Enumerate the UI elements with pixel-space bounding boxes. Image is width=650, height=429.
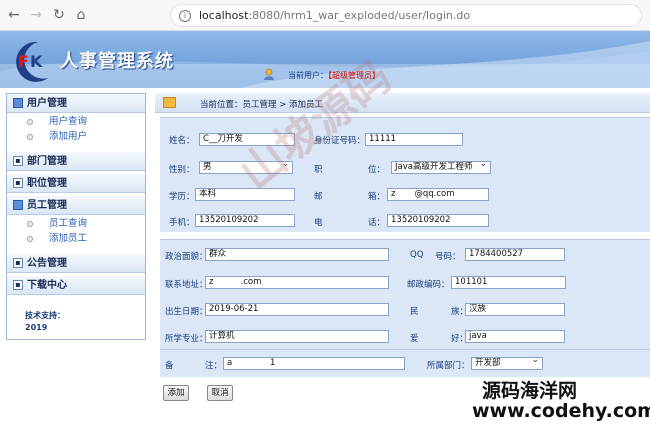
menu-user-management[interactable]: 用户管理 xyxy=(7,94,145,113)
url-text: localhost:8080/hrm1_war_exploded/user/lo… xyxy=(199,9,471,22)
bullet-icon xyxy=(27,221,33,227)
mobile-label: 手机： xyxy=(169,218,195,228)
dept-label: 所属部门： xyxy=(427,361,470,371)
qq-label-a: QQ xyxy=(410,250,424,260)
phone-label-b: 话： xyxy=(368,218,386,228)
name-label: 姓名： xyxy=(169,136,195,146)
postcode-input[interactable]: 101101 xyxy=(451,276,566,289)
collapse-icon: ▪ xyxy=(13,258,23,268)
site-watermark-url: www.codehy.com xyxy=(472,400,650,422)
menu-download-center[interactable]: ▪ 下载中心 xyxy=(7,276,145,295)
mobile-input[interactable]: 13520109202 xyxy=(195,214,295,227)
bullet-icon xyxy=(27,134,33,140)
address-label: 联系地址： xyxy=(165,280,208,290)
job-label-b: 位： xyxy=(368,165,386,175)
cancel-button[interactable]: 取消 xyxy=(207,385,233,401)
menu-item-add-user[interactable]: 添加用户 xyxy=(27,131,87,143)
sidebar: 用户管理 用户查询 添加用户 ▪ 部门管理 ▪ 职位管理 员工管理 员工查询 添加员… xyxy=(6,93,146,340)
browser-toolbar: ← → ↻ ⌂ i localhost:8080/hrm1_war_explod… xyxy=(0,0,650,31)
app-title: 人事管理系统 xyxy=(60,51,174,72)
edu-input[interactable]: 本科 xyxy=(195,188,295,201)
phone-input[interactable]: 13520109202 xyxy=(387,214,489,227)
edu-label: 学历： xyxy=(169,192,195,202)
sex-label: 性别： xyxy=(169,165,195,175)
menu-item-add-employee[interactable]: 添加员工 xyxy=(27,233,87,245)
forward-icon[interactable]: → xyxy=(28,7,44,23)
birthday-label: 出生日期： xyxy=(165,307,208,317)
remark-label-a: 备 xyxy=(165,361,174,371)
qq-input[interactable]: 1784400527 xyxy=(465,248,565,261)
location-icon xyxy=(163,97,176,108)
reload-icon[interactable]: ↻ xyxy=(51,7,67,23)
major-input[interactable]: 计算机 xyxy=(205,330,389,343)
add-button[interactable]: 添加 xyxy=(163,385,189,401)
back-icon[interactable]: ← xyxy=(6,7,22,23)
menu-notice-management[interactable]: ▪ 公告管理 xyxy=(7,254,145,273)
major-label: 所学专业： xyxy=(165,334,208,344)
site-watermark-name: 源码海洋网 xyxy=(482,380,578,402)
email-label-b: 箱： xyxy=(368,192,386,202)
bullet-icon xyxy=(27,119,33,125)
expand-icon xyxy=(13,98,23,108)
site-info-icon[interactable]: i xyxy=(179,10,191,22)
svg-text:F: F xyxy=(18,52,29,71)
job-select[interactable]: Java高级开发工程师 xyxy=(391,161,491,174)
collapse-icon: ▪ xyxy=(13,178,23,188)
remark-label-b: 注： xyxy=(205,361,223,371)
hobby-label-a: 爱 xyxy=(410,334,419,344)
race-input[interactable]: 汉族 xyxy=(465,303,565,316)
svg-text:K: K xyxy=(30,52,43,71)
menu-item-employee-query[interactable]: 员工查询 xyxy=(27,218,87,230)
address-input[interactable]: z .com xyxy=(205,276,389,289)
collapse-icon: ▪ xyxy=(13,280,23,290)
user-icon xyxy=(264,68,274,80)
qq-label-b: 号码： xyxy=(435,252,461,262)
dept-select[interactable]: 开发部 xyxy=(471,357,543,370)
expand-icon xyxy=(13,200,23,210)
idcard-input[interactable]: 11111 xyxy=(365,133,463,146)
party-input[interactable]: 群众 xyxy=(205,248,389,261)
collapse-icon: ▪ xyxy=(13,156,23,166)
birthday-input[interactable]: 2019-06-21 xyxy=(205,303,389,316)
menu-employee-management[interactable]: 员工管理 xyxy=(7,196,145,215)
job-label-a: 职 xyxy=(314,165,323,175)
address-bar[interactable]: i localhost:8080/hrm1_war_exploded/user/… xyxy=(170,4,642,27)
menu-item-user-query[interactable]: 用户查询 xyxy=(27,116,87,128)
home-icon[interactable]: ⌂ xyxy=(73,7,89,23)
party-label: 政治面貌： xyxy=(165,252,208,262)
phone-label-a: 电 xyxy=(314,218,323,228)
race-label-a: 民 xyxy=(410,307,419,317)
postcode-label: 邮政编码： xyxy=(407,280,450,290)
menu-dept-management[interactable]: ▪ 部门管理 xyxy=(7,152,145,171)
remark-input[interactable]: a 1 xyxy=(223,357,405,370)
tech-support: 技术支持： 2019 xyxy=(25,311,65,332)
fk-logo: F K xyxy=(16,41,48,82)
hobby-input[interactable]: java xyxy=(465,330,565,343)
email-input[interactable]: z @qq.com xyxy=(387,188,489,201)
email-label-a: 邮 xyxy=(314,192,323,202)
bullet-icon xyxy=(27,236,33,242)
breadcrumb-bar: 当前位置：员工管理 > 添加员工 xyxy=(155,93,650,113)
menu-job-management[interactable]: ▪ 职位管理 xyxy=(7,174,145,193)
